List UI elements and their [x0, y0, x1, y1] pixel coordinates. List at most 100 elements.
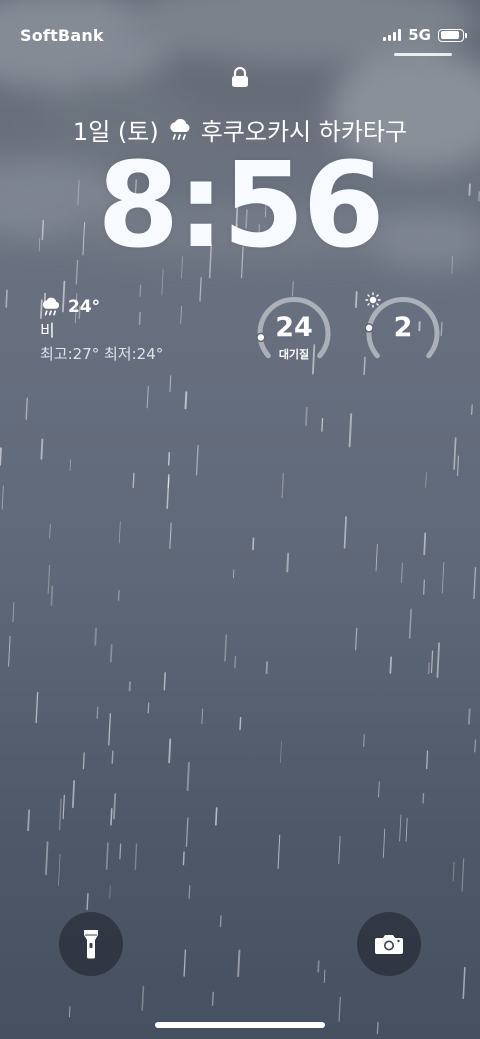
- control-center-indicator[interactable]: [394, 53, 452, 56]
- rain-streak: [252, 537, 255, 551]
- rain-streak: [163, 672, 166, 691]
- rain-streak: [378, 781, 380, 798]
- rain-streak: [109, 644, 113, 663]
- rain-streak: [184, 391, 188, 410]
- rain-streak: [111, 750, 114, 764]
- rain-streak: [40, 438, 44, 460]
- rain-streak: [168, 738, 172, 764]
- rain-streak: [219, 915, 222, 928]
- rain-streak: [280, 741, 282, 763]
- flashlight-button[interactable]: [59, 912, 123, 976]
- rain-streak: [134, 843, 138, 870]
- rain-streak: [453, 437, 457, 470]
- rain-streak: [211, 991, 214, 1006]
- weather-condition: 비: [40, 321, 55, 340]
- rain-streak: [1, 485, 4, 510]
- rain-streak: [169, 375, 172, 392]
- rain-streak: [105, 842, 109, 870]
- rain-streak: [180, 305, 183, 325]
- rain-streak: [400, 562, 403, 584]
- rain-streak: [425, 750, 429, 770]
- rain-streak: [182, 851, 185, 866]
- home-indicator[interactable]: [155, 1022, 325, 1028]
- battery-icon: [438, 28, 467, 42]
- rain-streak: [27, 809, 31, 832]
- rain-streak: [169, 522, 172, 549]
- air-quality-label: 대기질: [278, 348, 310, 361]
- rain-streak: [277, 834, 281, 870]
- rain-streak: [75, 259, 79, 285]
- rain-streak: [286, 552, 290, 573]
- rain-streak: [234, 656, 237, 669]
- rain-streak: [425, 472, 427, 488]
- rain-streak: [167, 452, 171, 466]
- rain-streak: [461, 858, 465, 892]
- rain-streak: [348, 413, 353, 448]
- rain-streak: [68, 1006, 71, 1018]
- rain-streak: [195, 444, 199, 476]
- rain-streak: [323, 969, 326, 984]
- carrier-label: SoftBank: [20, 26, 104, 45]
- rain-streak: [423, 532, 427, 556]
- signal-icon: [383, 29, 402, 41]
- lock-clock[interactable]: 8:56: [0, 146, 480, 264]
- camera-button[interactable]: [357, 912, 421, 976]
- rain-streak: [50, 585, 54, 606]
- rain-streak: [188, 885, 191, 899]
- rain-streak: [338, 996, 341, 1022]
- rain-streak: [35, 691, 39, 724]
- rain-streak: [423, 579, 426, 595]
- rain-streak: [113, 793, 117, 820]
- rain-streak: [237, 949, 241, 978]
- rain-streak: [94, 627, 98, 646]
- rain-streak: [186, 762, 190, 792]
- current-temperature: 24°: [68, 297, 101, 317]
- rain-streak: [321, 418, 324, 432]
- uv-index-widget[interactable]: 2: [365, 292, 441, 368]
- rain-streak: [96, 706, 99, 719]
- rain-streak: [405, 817, 408, 842]
- rain-streak: [363, 734, 365, 748]
- rain-streak: [427, 662, 430, 675]
- rain-streak: [45, 841, 49, 876]
- rain-streak: [110, 808, 113, 826]
- air-quality-widget[interactable]: 24 대기질: [256, 292, 332, 368]
- rain-streak: [305, 406, 308, 427]
- rain-streak: [166, 474, 170, 509]
- rain-streak: [146, 385, 149, 409]
- rain-streak: [343, 516, 347, 549]
- rain-streak: [5, 289, 8, 308]
- rain-streak: [375, 544, 378, 572]
- rain-streak: [47, 564, 51, 594]
- rain-streak: [399, 814, 402, 842]
- rain-streak: [467, 708, 471, 725]
- rain-streak: [224, 634, 228, 662]
- rain-streak: [141, 985, 145, 1011]
- rain-streak: [119, 843, 122, 860]
- rain-streak: [456, 455, 460, 477]
- rain-streak: [382, 828, 386, 859]
- flashlight-icon: [84, 930, 98, 959]
- rain-streak: [118, 521, 121, 544]
- rain-streak: [69, 459, 72, 472]
- rain-streak: [408, 608, 412, 639]
- rain-streak: [62, 794, 65, 820]
- rain-streak: [338, 835, 341, 864]
- rain-streak: [281, 472, 285, 499]
- rain-streak: [58, 853, 61, 886]
- status-indicators: 5G: [383, 26, 467, 44]
- rain-streak: [376, 1021, 379, 1035]
- rain-cloud-icon: [42, 297, 60, 316]
- rain-streak: [109, 885, 111, 899]
- rain-streak: [474, 739, 476, 753]
- rain-streak: [108, 713, 111, 746]
- rain-streak: [199, 277, 202, 302]
- rain-streak: [452, 861, 455, 882]
- rain-streak: [183, 949, 187, 977]
- rain-streak: [389, 656, 393, 674]
- weather-widget[interactable]: 24° 비 최고:27° 최저:24°: [40, 295, 163, 365]
- rain-streak: [185, 817, 189, 848]
- uv-index-value: 2: [393, 312, 413, 343]
- rain-streak: [71, 780, 76, 809]
- rain-streak: [473, 567, 477, 600]
